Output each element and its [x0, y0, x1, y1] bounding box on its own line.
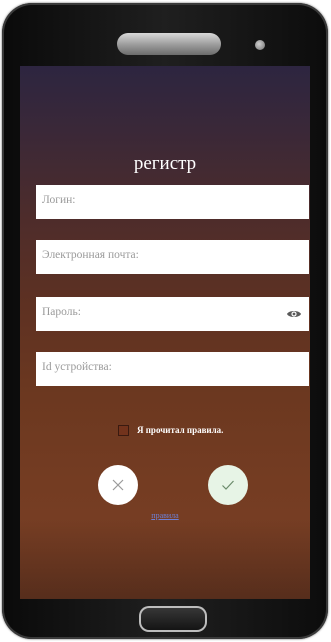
eye-icon[interactable] [286, 306, 302, 322]
email-placeholder: Электронная почта: [42, 249, 139, 261]
speaker-grille [117, 33, 221, 55]
rules-link[interactable]: правила [20, 511, 310, 520]
cancel-button[interactable] [98, 465, 138, 505]
home-button[interactable] [139, 606, 207, 632]
password-placeholder: Пароль: [42, 306, 81, 318]
password-field[interactable]: Пароль: [36, 297, 309, 331]
page-title: регистр [133, 153, 197, 174]
email-field[interactable]: Электронная почта: [36, 240, 309, 274]
agree-checkbox[interactable] [118, 424, 129, 436]
check-icon [222, 480, 234, 490]
login-placeholder: Логин: [42, 194, 76, 206]
device-id-placeholder: Id устройства: [42, 361, 112, 373]
app-screen: регистр Логин: Электронная почта: Пароль… [20, 66, 310, 599]
front-camera [255, 40, 265, 50]
device-id-field[interactable]: Id устройства: [36, 352, 309, 386]
phone-frame: регистр Логин: Электронная почта: Пароль… [2, 3, 328, 639]
agree-label: Я прочитал правила. [137, 425, 224, 435]
login-field[interactable]: Логин: [36, 185, 309, 219]
agree-rules-row: Я прочитал правила. [118, 423, 223, 437]
close-icon [112, 479, 124, 491]
confirm-button[interactable] [208, 465, 248, 505]
